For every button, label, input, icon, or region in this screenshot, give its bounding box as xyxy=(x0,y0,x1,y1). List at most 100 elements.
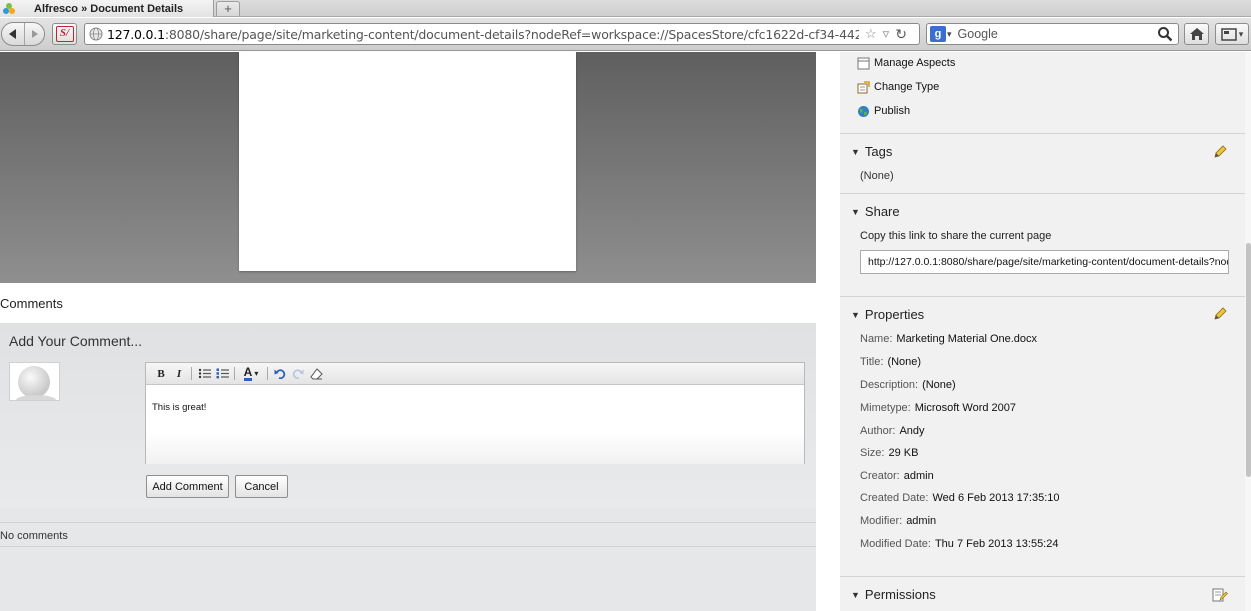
italic-button[interactable]: I xyxy=(170,365,188,383)
property-value: 29 KB xyxy=(888,447,919,459)
manage-aspects-action[interactable]: Manage Aspects xyxy=(857,55,955,71)
tags-title: Tags xyxy=(864,144,893,159)
share-title: Share xyxy=(864,204,900,219)
google-engine-icon[interactable]: g xyxy=(930,26,946,42)
comments-header: Comments xyxy=(0,283,816,323)
property-label: Created Date: xyxy=(860,492,929,504)
comment-editor[interactable]: B I A ▾ This is great! xyxy=(145,362,805,464)
text-color-button[interactable]: A ▾ xyxy=(238,365,264,383)
property-label: Modifier: xyxy=(860,515,903,527)
bold-button[interactable]: B xyxy=(152,365,170,383)
property-mimetype: Mimetype: Microsoft Word 2007 xyxy=(860,402,1016,414)
document-sidebar xyxy=(840,52,1245,611)
share-link-field[interactable]: http://127.0.0.1:8080/share/page/site/ma… xyxy=(860,250,1229,274)
property-creator: Creator: admin xyxy=(860,470,934,482)
search-bar[interactable]: g ▾ Google xyxy=(926,23,1179,45)
properties-title: Properties xyxy=(864,307,925,322)
action-label: Change Type xyxy=(874,81,940,93)
extension-button[interactable]: S/ xyxy=(52,23,77,45)
property-value: Thu 7 Feb 2013 13:55:24 xyxy=(934,538,1059,550)
cancel-button[interactable]: Cancel xyxy=(235,475,288,498)
comments-divider xyxy=(0,546,816,547)
back-forward-group xyxy=(1,22,45,46)
history-dropdown-icon[interactable]: ▿ xyxy=(883,26,890,42)
text-color-dropdown-icon: ▾ xyxy=(254,369,259,378)
manage-permissions-icon[interactable] xyxy=(1212,587,1228,603)
forward-button[interactable] xyxy=(24,23,45,45)
property-modified-date: Modified Date: Thu 7 Feb 2013 13:55:24 xyxy=(860,538,1058,550)
scrollbar-thumb[interactable] xyxy=(1246,243,1251,477)
new-tab-button[interactable]: + xyxy=(216,1,240,16)
edit-tags-pencil-icon[interactable] xyxy=(1212,144,1228,160)
section-divider xyxy=(840,193,1245,194)
property-name: Name: Marketing Material One.docx xyxy=(860,333,1037,345)
extension-logo-icon: S/ xyxy=(55,26,74,42)
redo-button[interactable] xyxy=(289,365,307,383)
browser-nav-toolbar: S/ 127.0.0.1:8080/share/page/site/market… xyxy=(0,18,1251,51)
property-value: Microsoft Word 2007 xyxy=(914,402,1017,414)
property-label: Size: xyxy=(860,447,885,459)
eraser-icon xyxy=(309,367,323,379)
property-value: (None) xyxy=(887,356,922,368)
bullet-list-button[interactable] xyxy=(195,365,213,383)
add-comment-panel: Add Your Comment... B I A ▾ This is grea… xyxy=(0,323,816,508)
collapse-triangle-icon: ▼ xyxy=(851,589,860,600)
section-divider xyxy=(840,133,1245,134)
permissions-title: Permissions xyxy=(864,587,936,602)
collapse-triangle-icon: ▼ xyxy=(851,309,860,320)
section-divider xyxy=(840,576,1245,577)
browser-tab[interactable]: Alfresco » Document Details xyxy=(0,0,214,17)
back-button[interactable] xyxy=(2,23,24,45)
undo-icon xyxy=(274,369,286,379)
user-avatar xyxy=(9,362,60,401)
share-section-header[interactable]: ▼ Share xyxy=(851,204,900,219)
add-comment-button[interactable]: Add Comment xyxy=(146,475,229,498)
property-label: Modified Date: xyxy=(860,538,931,550)
properties-section-header[interactable]: ▼ Properties xyxy=(851,307,924,322)
collapse-triangle-icon: ▼ xyxy=(851,146,860,157)
property-title: Title: (None) xyxy=(860,356,921,368)
window-icon xyxy=(1220,27,1237,41)
property-description: Description: (None) xyxy=(860,379,956,391)
back-arrow-icon xyxy=(9,29,16,39)
document-page-preview[interactable] xyxy=(239,52,576,271)
forward-arrow-icon xyxy=(32,30,38,38)
url-text[interactable]: 127.0.0.1:8080/share/page/site/marketing… xyxy=(107,27,859,42)
publish-action[interactable]: Publish xyxy=(857,103,910,119)
sidebar-gutter xyxy=(816,52,840,611)
comments-divider xyxy=(0,522,816,523)
property-value: Wed 6 Feb 2013 17:35:10 xyxy=(932,492,1060,504)
numbered-list-button[interactable] xyxy=(213,365,231,383)
property-label: Name: xyxy=(860,333,893,345)
reload-icon[interactable]: ↻ xyxy=(895,26,907,43)
bookmarks-menu-button[interactable]: ▾ xyxy=(1215,23,1249,45)
property-label: Mimetype: xyxy=(860,402,911,414)
search-input[interactable]: Google xyxy=(958,27,1156,41)
magnifier-icon[interactable] xyxy=(1156,25,1174,43)
engine-dropdown-icon[interactable]: ▾ xyxy=(947,29,952,40)
address-bar[interactable]: 127.0.0.1:8080/share/page/site/marketing… xyxy=(84,23,920,45)
tab-title: Alfresco » Document Details xyxy=(34,2,184,15)
menu-dropdown-icon: ▾ xyxy=(1238,28,1244,39)
alfresco-favicon-icon xyxy=(3,2,15,14)
bookmark-star-icon[interactable]: ☆ xyxy=(865,26,877,42)
action-label: Publish xyxy=(874,105,911,117)
text-color-icon: A xyxy=(243,364,253,381)
property-label: Creator: xyxy=(860,470,900,482)
comments-title: Comments xyxy=(0,296,63,311)
numbered-list-icon xyxy=(216,368,229,379)
undo-button[interactable] xyxy=(271,365,289,383)
redo-icon xyxy=(292,369,304,379)
bullet-list-icon xyxy=(198,368,211,379)
remove-format-button[interactable] xyxy=(307,365,325,383)
edit-properties-pencil-icon[interactable] xyxy=(1212,306,1228,322)
property-size: Size: 29 KB xyxy=(860,447,918,459)
tags-section-header[interactable]: ▼ Tags xyxy=(851,144,892,159)
home-icon xyxy=(1189,28,1204,40)
permissions-section-header[interactable]: ▼ Permissions xyxy=(851,587,936,602)
home-button[interactable] xyxy=(1184,23,1209,45)
comment-text-area[interactable]: This is great! xyxy=(146,385,804,464)
change-type-action[interactable]: Change Type xyxy=(857,79,939,95)
publish-icon xyxy=(858,105,869,117)
toolbar-separator xyxy=(191,367,192,380)
